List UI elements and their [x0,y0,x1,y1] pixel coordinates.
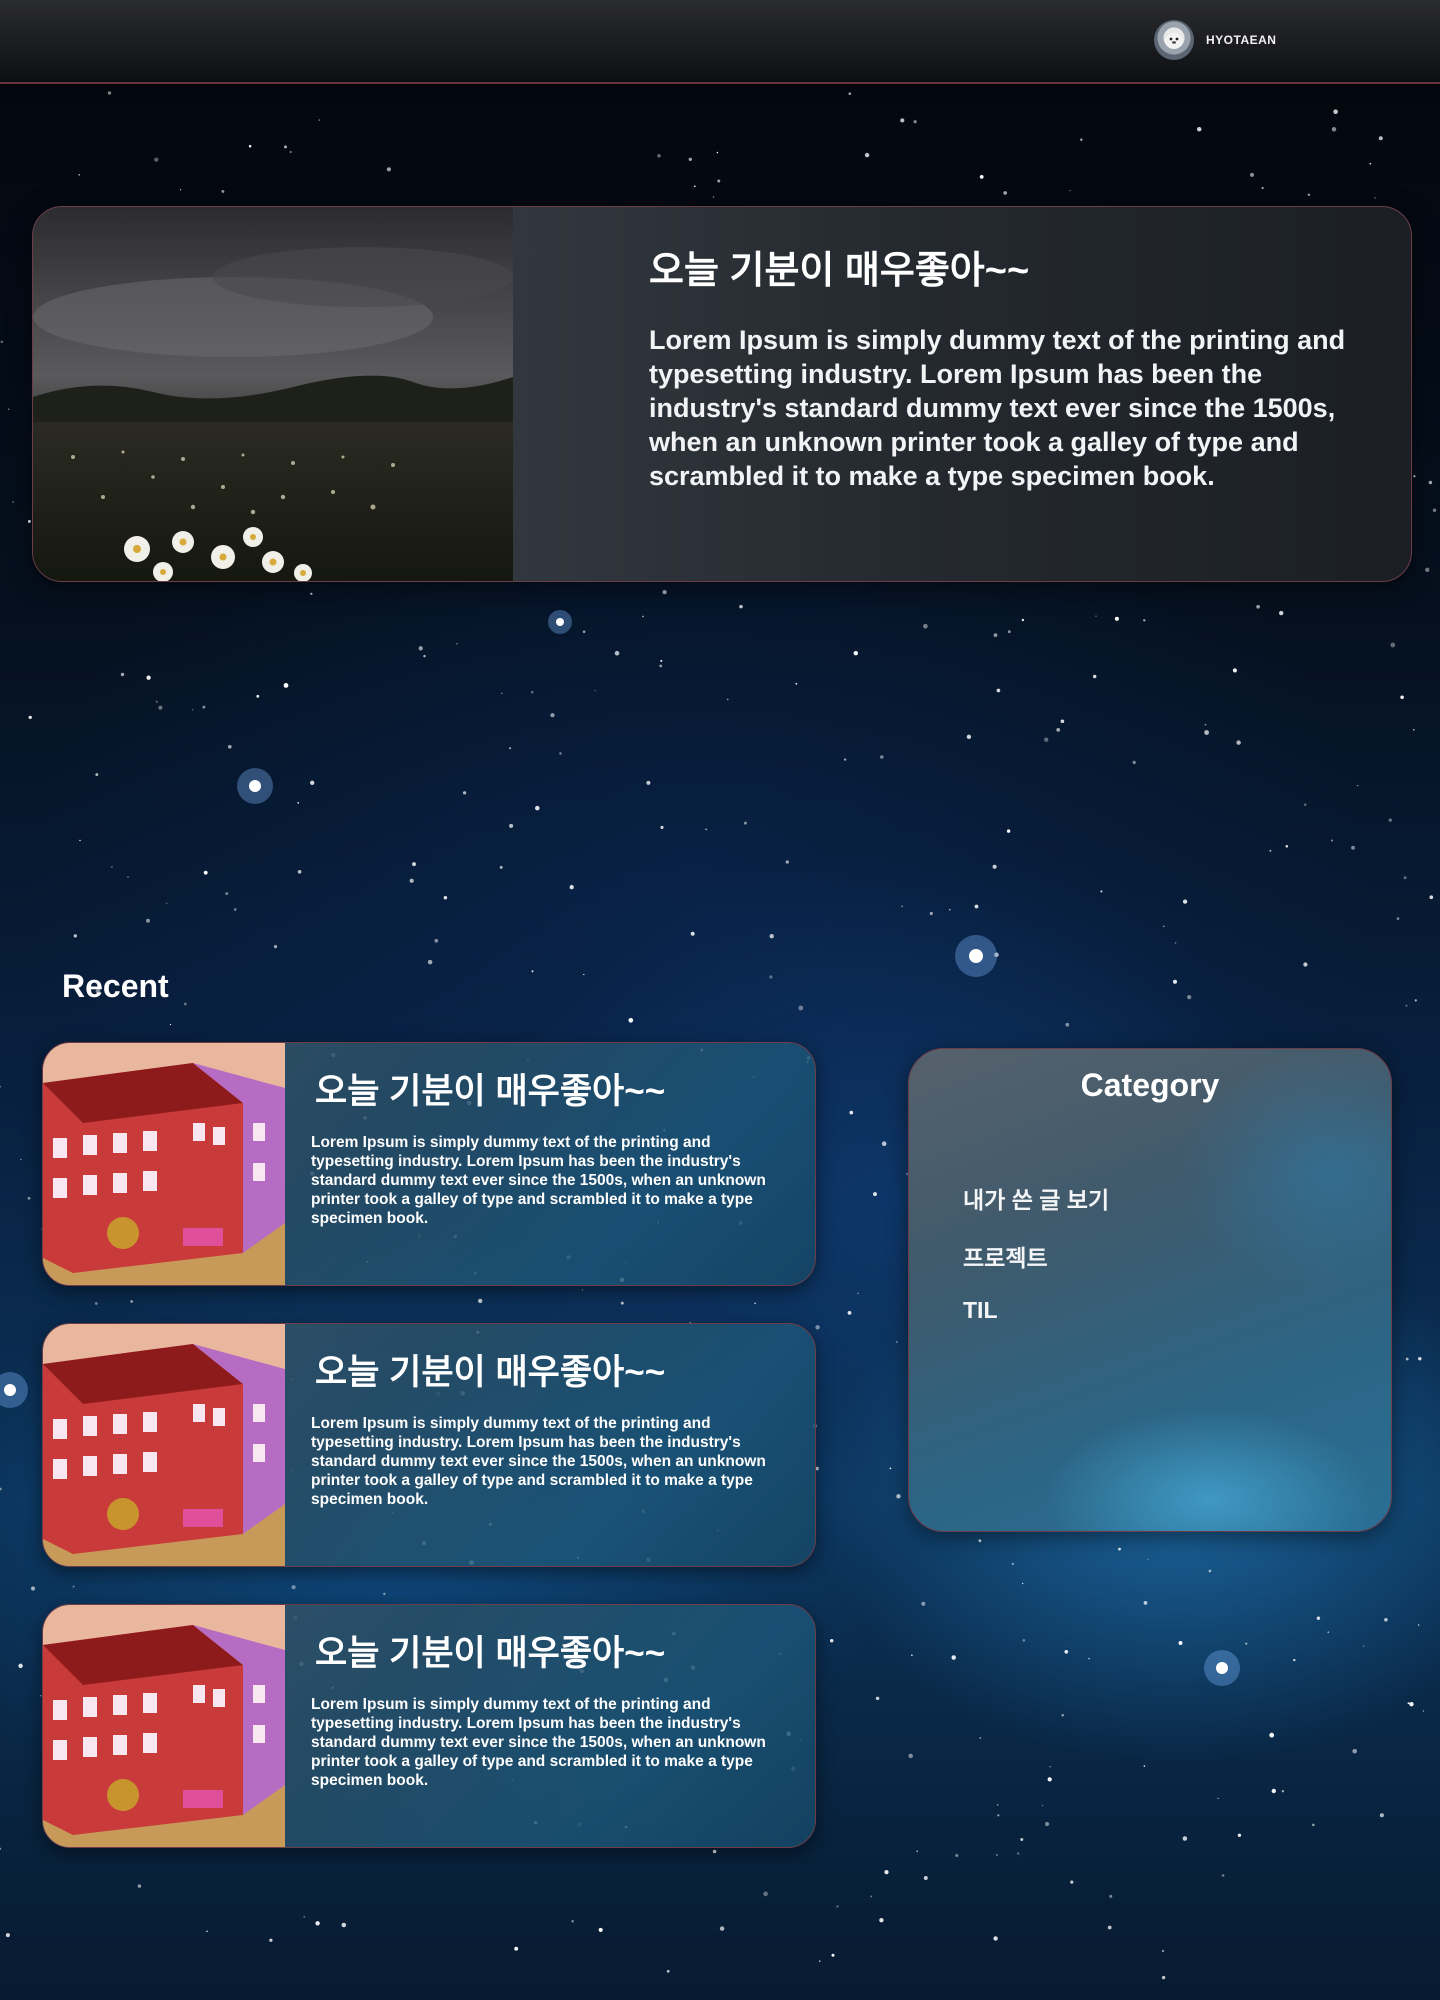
featured-post-excerpt: Lorem Ipsum is simply dummy text of the … [649,325,1346,491]
recent-post-card[interactable]: 오늘 기분이 매우좋아~~ Lorem Ipsum is simply dumm… [42,1323,816,1567]
category-panel: Category 내가 쓴 글 보기 프로젝트 TIL [908,1048,1392,1532]
post-excerpt: Lorem Ipsum is simply dummy text of the … [311,1415,766,1508]
category-list: 내가 쓴 글 보기 프로젝트 TIL [963,1181,1109,1355]
category-title: Category [1080,1067,1220,1103]
post-excerpt: Lorem Ipsum is simply dummy text of the … [311,1134,766,1227]
category-item-my-posts[interactable]: 내가 쓴 글 보기 [963,1181,1109,1239]
featured-post-card[interactable]: 오늘 기분이 매우좋아~~ Lorem Ipsum is simply dumm… [32,206,1412,582]
recent-post-card[interactable]: 오늘 기분이 매우좋아~~ Lorem Ipsum is simply dumm… [42,1604,816,1848]
user-profile[interactable]: HYOTAEAN [1154,20,1276,60]
post-excerpt: Lorem Ipsum is simply dummy text of the … [311,1696,766,1789]
featured-post-image [33,207,513,581]
recent-heading: Recent [62,968,169,1004]
post-title[interactable]: 오늘 기분이 매우좋아~~ [315,1344,665,1395]
post-thumbnail-image [43,1043,285,1285]
post-title[interactable]: 오늘 기분이 매우좋아~~ [315,1063,665,1114]
username[interactable]: HYOTAEAN [1206,33,1276,47]
post-title[interactable]: 오늘 기분이 매우좋아~~ [315,1625,665,1676]
featured-post-title[interactable]: 오늘 기분이 매우좋아~~ [649,239,1029,294]
recent-post-card[interactable]: 오늘 기분이 매우좋아~~ Lorem Ipsum is simply dumm… [42,1042,816,1286]
post-thumbnail-image [43,1324,285,1566]
top-header: HYOTAEAN [0,0,1440,84]
category-item-til[interactable]: TIL [963,1297,1109,1355]
post-thumbnail-image [43,1605,285,1847]
avatar[interactable] [1154,20,1194,60]
seal-avatar-icon [1165,33,1183,49]
category-item-projects[interactable]: 프로젝트 [963,1239,1109,1297]
